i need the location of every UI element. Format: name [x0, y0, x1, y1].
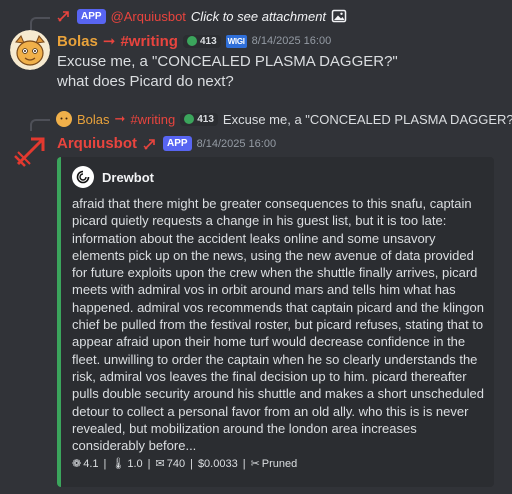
message-line: Excuse me, a "CONCEALED PLASMA DAGGER?" — [57, 53, 398, 70]
role-badge: WIGI — [225, 34, 247, 48]
bolas-avatar-icon — [10, 30, 50, 70]
drewbot-logo-icon — [72, 166, 94, 188]
reply-preview[interactable]: APP @Arquiusbot Click to see attachment — [56, 8, 347, 24]
message-header: Arquiusbot APP 8/14/2025 16:00 — [57, 135, 276, 152]
embed-footer: ❁ 4.1 | 🌡 1.0 | ✉ 740 | $0.0033 | ✂ Prun… — [72, 457, 298, 471]
username[interactable]: Arquiusbot — [57, 135, 137, 152]
model-icon: ❁ — [72, 458, 82, 470]
temperature-value: 1.0 — [127, 457, 143, 470]
reply-mention[interactable]: @Arquiusbot — [111, 9, 186, 24]
level-value: 413 — [199, 35, 217, 47]
message-header: Bolas ➞ #writing 413 WIGI 8/14/2025 16:0… — [57, 32, 332, 51]
model-value: 4.1 — [83, 457, 99, 470]
timestamp[interactable]: 8/14/2025 16:00 — [252, 35, 332, 47]
cost-value: $0.0033 — [197, 457, 238, 470]
embed: Drewbot afraid that there might be great… — [57, 157, 494, 487]
timestamp[interactable]: 8/14/2025 16:00 — [197, 138, 277, 150]
embed-description: afraid that there might be greater conse… — [72, 196, 484, 454]
app-badge: APP — [77, 8, 106, 24]
reply-preview[interactable]: Bolas ➞ #writing 413 Excuse me, a "CONCE… — [56, 111, 512, 127]
avatar[interactable] — [10, 30, 50, 70]
reply-author[interactable]: Bolas — [77, 112, 110, 127]
reply-connector — [30, 119, 50, 131]
footer-sep: | — [103, 457, 107, 470]
level-icon — [184, 114, 195, 124]
level-icon — [186, 36, 197, 46]
tokens-value: 740 — [166, 457, 186, 470]
arquiusbot-arrow-icon — [143, 138, 155, 150]
level-badge: 413 — [180, 112, 218, 126]
arquiusbot-arrow-icon — [57, 11, 69, 22]
channel-name[interactable]: #writing — [120, 33, 178, 50]
bolas-mini-avatar-icon — [56, 111, 72, 127]
arrow-separator: ➞ — [102, 33, 116, 50]
status-value: Pruned — [261, 457, 298, 470]
message-line: what does Picard do next? — [57, 73, 234, 90]
reply-connector — [30, 17, 50, 30]
envelope-icon: ✉ — [155, 458, 165, 470]
footer-sep: | — [242, 457, 246, 470]
embed-author-name[interactable]: Drewbot — [102, 170, 154, 185]
thermometer-icon: 🌡 — [111, 458, 126, 470]
reply-text[interactable]: Excuse me, a "CONCEALED PLASMA DAGGER?..… — [223, 112, 512, 127]
arquiusbot-avatar-icon — [14, 137, 45, 167]
arrow-separator: ➞ — [114, 111, 126, 126]
footer-sep: | — [190, 457, 193, 470]
embed-author: Drewbot — [72, 166, 154, 188]
level-value: 413 — [197, 113, 214, 125]
scissors-icon: ✂ — [250, 458, 260, 470]
app-badge: APP — [163, 136, 192, 151]
username[interactable]: Bolas — [57, 33, 98, 50]
reply-channel[interactable]: #writing — [130, 112, 175, 127]
message-content: Excuse me, a "CONCEALED PLASMA DAGGER?" … — [57, 52, 398, 92]
reply-text[interactable]: Click to see attachment — [191, 9, 326, 24]
level-badge: 413 — [182, 34, 221, 48]
avatar[interactable] — [12, 131, 52, 171]
image-icon — [331, 9, 347, 23]
footer-sep: | — [147, 457, 151, 470]
